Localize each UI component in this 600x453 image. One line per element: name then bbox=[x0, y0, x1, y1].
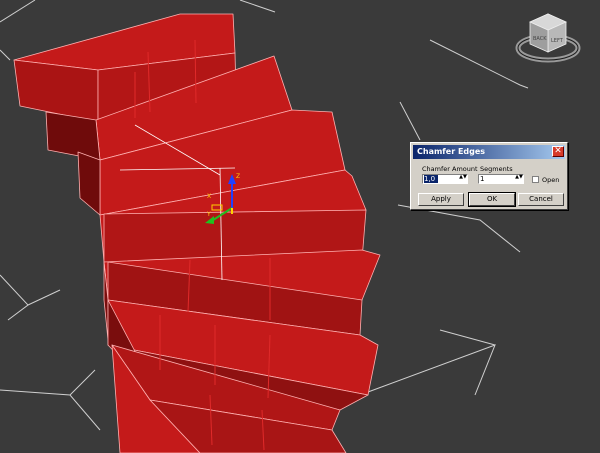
viewcube-face-back: BACK bbox=[533, 36, 547, 42]
gizmo-axis-z-label: Z bbox=[236, 173, 240, 180]
viewport-canvas[interactable]: X Y Z BACK LEFT bbox=[0, 0, 600, 453]
spiral-staircase[interactable] bbox=[13, 13, 381, 453]
chamfer-amount-spinner[interactable]: ▲▼ bbox=[422, 174, 468, 184]
3d-viewport[interactable]: X Y Z BACK LEFT bbox=[0, 0, 600, 453]
dialog-title: Chamfer Edges bbox=[417, 147, 486, 156]
chamfer-edges-dialog: Chamfer Edges ✕ Chamfer Amount Segments … bbox=[410, 142, 568, 210]
open-label: Open bbox=[542, 176, 560, 184]
gizmo-axis-y-label: Y bbox=[206, 211, 211, 218]
close-button[interactable]: ✕ bbox=[552, 146, 564, 157]
segments-input[interactable] bbox=[480, 175, 512, 183]
segments-label: Segments bbox=[480, 165, 513, 173]
viewcube-face-left: LEFT bbox=[551, 38, 564, 44]
chamfer-amount-spin-arrows[interactable]: ▲▼ bbox=[459, 175, 467, 183]
gizmo-axis-x-label: X bbox=[207, 193, 211, 200]
chamfer-amount-label: Chamfer Amount bbox=[422, 165, 478, 173]
viewcube[interactable] bbox=[515, 13, 581, 63]
ok-button[interactable]: OK bbox=[468, 192, 516, 207]
dialog-titlebar[interactable]: Chamfer Edges ✕ bbox=[413, 145, 565, 159]
chamfer-amount-input[interactable] bbox=[424, 175, 438, 183]
segments-spinner[interactable]: ▲▼ bbox=[478, 174, 524, 184]
open-checkbox[interactable] bbox=[532, 176, 539, 183]
cancel-button[interactable]: Cancel bbox=[518, 193, 564, 206]
segments-spin-arrows[interactable]: ▲▼ bbox=[515, 175, 523, 183]
apply-button[interactable]: Apply bbox=[418, 193, 464, 206]
